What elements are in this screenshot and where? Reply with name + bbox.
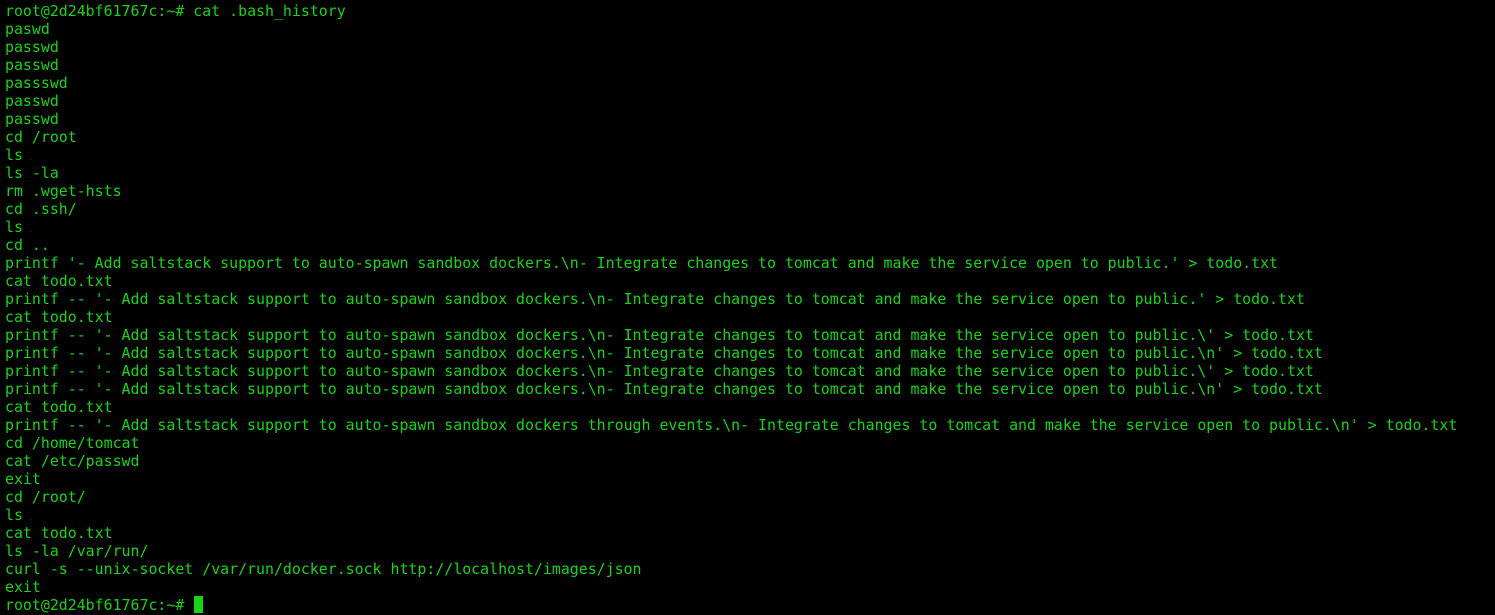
history-line: cd .. [5, 236, 50, 254]
command-output: paswd passwd passwd passswd passwd passwd cd /… [5, 20, 1490, 596]
history-line: passswd [5, 74, 68, 92]
history-line: passwd [5, 56, 59, 74]
shell-prompt: root@2d24bf61767c:~# [5, 2, 185, 20]
history-line: ls [5, 146, 23, 164]
history-line: printf -- '- Add saltstack support to au… [5, 344, 1323, 362]
history-line: ls -la /var/run/ [5, 542, 149, 560]
history-line: rm .wget-hsts [5, 182, 122, 200]
history-line: cat todo.txt [5, 524, 113, 542]
entered-command: cat .bash_history [193, 2, 346, 20]
history-line: printf -- '- Add saltstack support to au… [5, 290, 1305, 308]
history-line: cat todo.txt [5, 398, 113, 416]
history-line: cat /etc/passwd [5, 452, 140, 470]
history-line: passwd [5, 92, 59, 110]
terminal-window[interactable]: root@2d24bf61767c:~# cat .bash_history p… [0, 0, 1495, 615]
history-line: printf -- '- Add saltstack support to au… [5, 362, 1314, 380]
history-line: cd /home/tomcat [5, 434, 140, 452]
history-line: paswd [5, 20, 50, 38]
shell-prompt: root@2d24bf61767c:~# [5, 596, 185, 614]
history-line: cd /root/ [5, 488, 86, 506]
history-line: ls [5, 218, 23, 236]
history-line: ls -la [5, 164, 59, 182]
history-line: ls [5, 506, 23, 524]
history-line: cd /root [5, 128, 77, 146]
history-line: printf -- '- Add saltstack support to au… [5, 326, 1314, 344]
command-line: root@2d24bf61767c:~# cat .bash_history [5, 2, 1490, 20]
history-line: printf -- '- Add saltstack support to au… [5, 380, 1323, 398]
active-prompt-line[interactable]: root@2d24bf61767c:~# [5, 596, 1490, 614]
history-line: passwd [5, 38, 59, 56]
history-line: printf -- '- Add saltstack support to au… [5, 416, 1458, 434]
history-line: cd .ssh/ [5, 200, 77, 218]
history-line: curl -s --unix-socket /var/run/docker.so… [5, 560, 642, 578]
block-cursor [194, 596, 204, 613]
history-line: cat todo.txt [5, 308, 113, 326]
history-line: passwd [5, 110, 59, 128]
history-line: printf '- Add saltstack support to auto-… [5, 254, 1279, 272]
history-line: cat todo.txt [5, 272, 113, 290]
history-line: exit [5, 578, 41, 596]
history-line: exit [5, 470, 41, 488]
